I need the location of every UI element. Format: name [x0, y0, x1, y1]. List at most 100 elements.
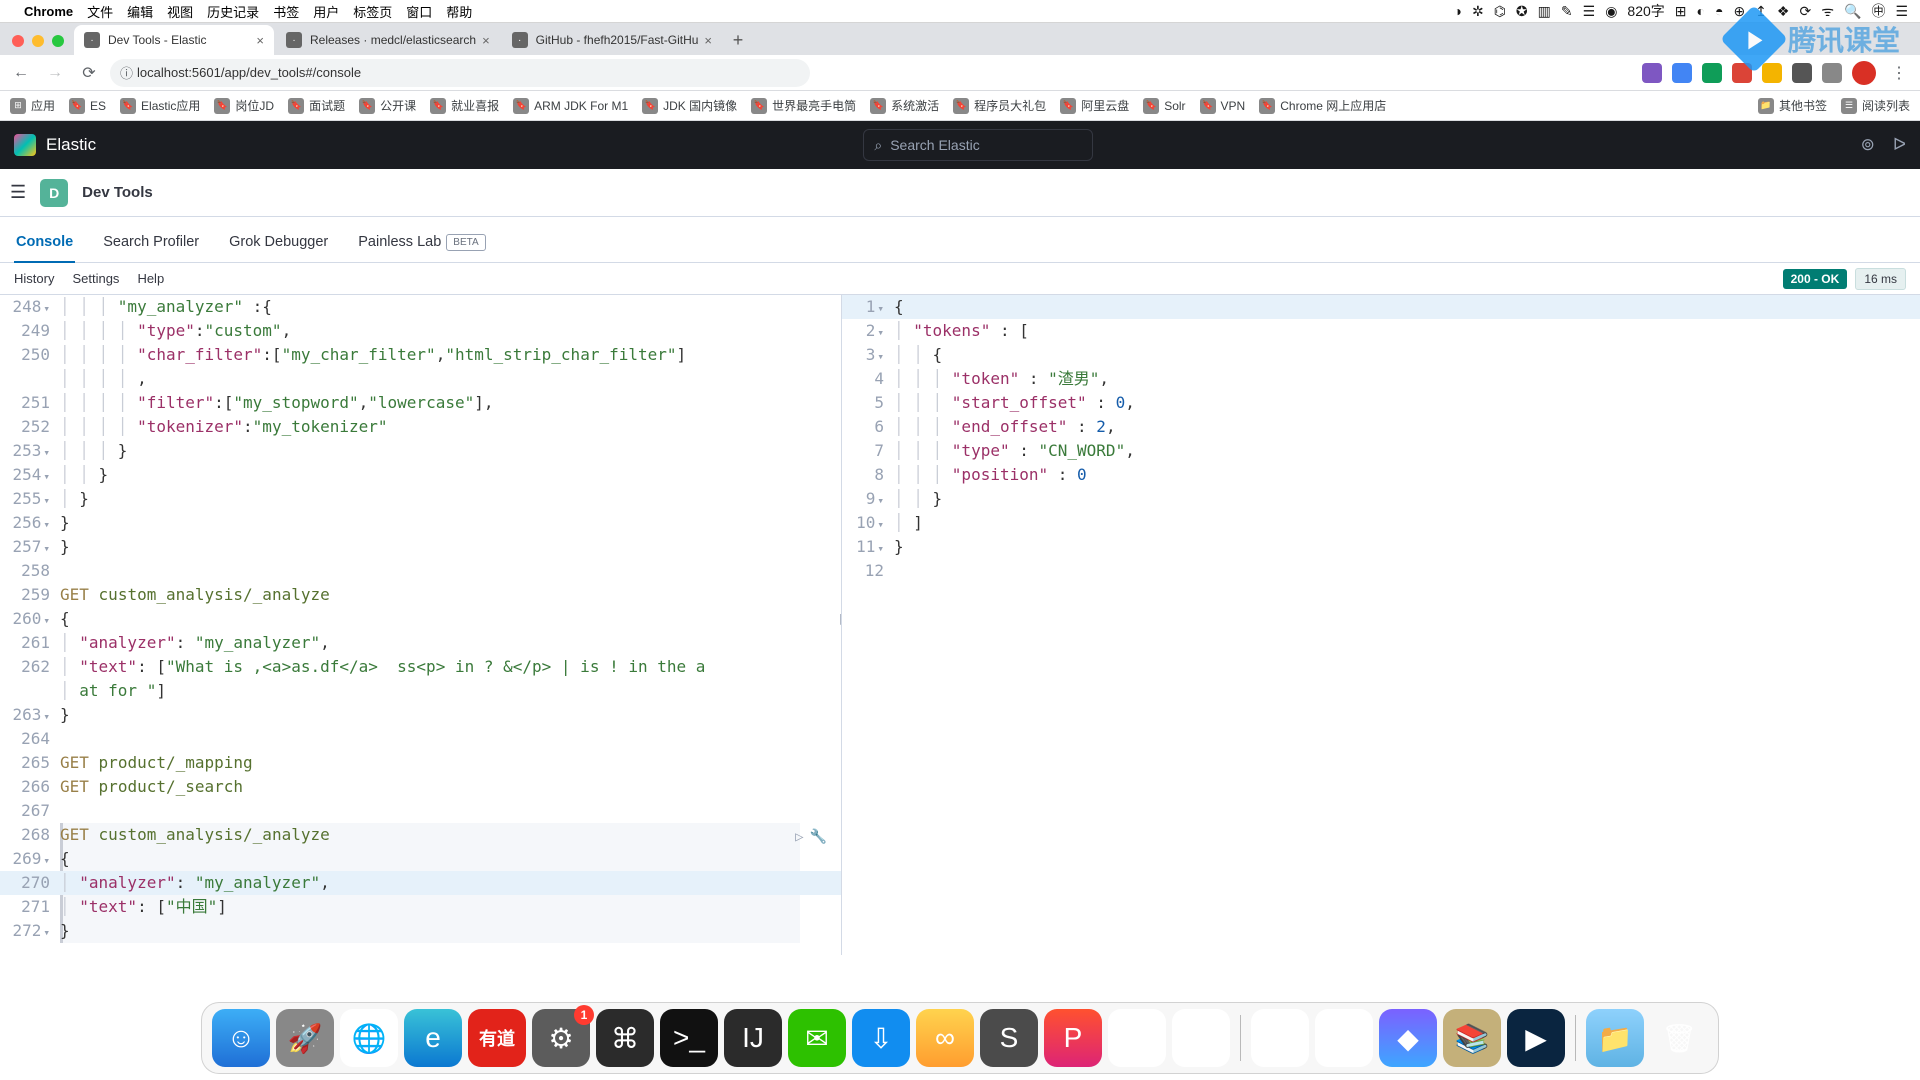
dock-sublime-icon[interactable]: S — [980, 1009, 1038, 1067]
menubar-item[interactable]: 文件 — [87, 5, 113, 20]
request-pane[interactable]: 248▾249250251252253▾254▾255▾256▾257▾2582… — [0, 295, 842, 955]
extension-icon[interactable] — [1792, 63, 1812, 83]
dock-zen-icon[interactable]: ⌘ — [596, 1009, 654, 1067]
devtools-tab[interactable]: Search Profiler — [101, 234, 201, 262]
bookmark-item[interactable]: 🔖面试题 — [288, 97, 345, 114]
menubar-app[interactable]: Chrome — [24, 4, 73, 19]
status-icon[interactable]: ✪ — [1516, 3, 1528, 20]
back-button[interactable]: ← — [8, 60, 34, 86]
dock-pdf-icon[interactable]: P — [1044, 1009, 1102, 1067]
bookmark-item[interactable]: 🔖Elastic应用 — [120, 97, 200, 114]
bookmark-item[interactable]: 🔖世界最亮手电筒 — [751, 97, 856, 114]
dock-edge-icon[interactable]: e — [404, 1009, 462, 1067]
elastic-logo[interactable]: Elastic — [14, 134, 96, 156]
bookmark-item[interactable]: 🔖Chrome 网上应用店 — [1259, 97, 1386, 114]
bookmark-item[interactable]: 🔖JDK 国内镜像 — [642, 97, 737, 114]
menubar-item[interactable]: 帮助 — [446, 5, 472, 20]
browser-tab[interactable]: ·Releases · medcl/elasticsearch× — [276, 25, 500, 55]
global-search[interactable]: ⌕ Search Elastic — [863, 129, 1093, 161]
request-actions[interactable]: ▷ 🔧 — [795, 825, 827, 849]
response-pane[interactable]: 1▾2▾3▾456789▾10▾11▾12 {│ "tokens" : [│ │… — [842, 295, 1920, 955]
close-tab-icon[interactable]: × — [256, 33, 264, 48]
status-icon[interactable]: ⌬ — [1494, 3, 1506, 20]
dock-wechat-icon[interactable]: ✉ — [788, 1009, 846, 1067]
extensions-menu-icon[interactable] — [1822, 63, 1842, 83]
reload-button[interactable]: ⟳ — [76, 60, 102, 86]
bookmark-item[interactable]: 🔖ES — [69, 97, 106, 114]
forward-button[interactable]: → — [42, 60, 68, 86]
extension-icon[interactable] — [1642, 63, 1662, 83]
dock-chrome-icon[interactable]: 🌐 — [340, 1009, 398, 1067]
bookmark-item[interactable]: 🔖程序员大礼包 — [953, 97, 1046, 114]
bookmark-item[interactable]: 🔖VPN — [1200, 97, 1246, 114]
dock-app2-icon[interactable]: 📚 — [1443, 1009, 1501, 1067]
devtools-tab[interactable]: Console — [14, 234, 75, 262]
menubar-item[interactable]: 书签 — [273, 5, 299, 20]
close-tab-icon[interactable]: × — [704, 33, 712, 48]
status-icon[interactable]: ▥ — [1538, 3, 1551, 20]
zoom-window-icon[interactable] — [52, 35, 64, 47]
menubar-item[interactable]: 窗口 — [406, 5, 432, 20]
bookmark-item[interactable]: 🔖就业喜报 — [430, 97, 499, 114]
status-icon[interactable]: ✎ — [1561, 3, 1573, 20]
chrome-menu-icon[interactable]: ⋮ — [1886, 60, 1912, 86]
status-icon[interactable]: ☰ — [1583, 3, 1596, 20]
address-bar[interactable]: ⓘ localhost:5601/app/dev_tools#/console — [110, 59, 810, 87]
dock-finder-icon[interactable]: ☺ — [212, 1009, 270, 1067]
menubar-item[interactable]: 视图 — [167, 5, 193, 20]
devtools-tab[interactable]: Painless LabBETA — [356, 234, 487, 262]
menubar-item[interactable]: 用户 — [313, 5, 339, 20]
status-icon[interactable]: ⊞ — [1675, 3, 1687, 20]
extension-icon[interactable] — [1762, 63, 1782, 83]
other-bookmarks[interactable]: 📁其他书签 — [1758, 97, 1827, 114]
dock-app1-icon[interactable]: ◆ — [1379, 1009, 1437, 1067]
user-icon[interactable]: ᐅ — [1893, 135, 1906, 155]
dock-intellij-icon[interactable]: IJ — [724, 1009, 782, 1067]
devtools-tab[interactable]: Grok Debugger — [227, 234, 330, 262]
toolbar-link[interactable]: History — [14, 271, 54, 286]
dock-text-icon[interactable]: T — [1108, 1009, 1166, 1067]
close-tab-icon[interactable]: × — [482, 33, 490, 48]
space-badge[interactable]: D — [40, 179, 68, 207]
reading-list[interactable]: ☰阅读列表 — [1841, 97, 1910, 114]
menubar-item[interactable]: 标签页 — [353, 5, 392, 20]
menubar-item[interactable]: 编辑 — [127, 5, 153, 20]
window-controls[interactable] — [8, 35, 74, 55]
dock-wps-icon[interactable]: W — [1315, 1009, 1373, 1067]
bookmark-item[interactable]: 🔖公开课 — [359, 97, 416, 114]
dock-youdao-icon[interactable]: 有道 — [468, 1009, 526, 1067]
toolbar-link[interactable]: Help — [137, 271, 164, 286]
dock-terminal-icon[interactable]: >_ — [660, 1009, 718, 1067]
dock-tool2-icon[interactable]: ∞ — [1251, 1009, 1309, 1067]
play-icon[interactable]: ▷ — [795, 825, 803, 849]
bookmark-item[interactable]: 🔖岗位JD — [214, 97, 274, 114]
dock-trash-icon[interactable]: 🗑 — [1650, 1009, 1708, 1067]
browser-tab[interactable]: ·Dev Tools - Elastic× — [74, 25, 274, 55]
profile-avatar[interactable] — [1852, 61, 1876, 85]
bookmark-item[interactable]: 🔖系统激活 — [870, 97, 939, 114]
status-icon[interactable]: ◐ — [1697, 3, 1705, 19]
status-icon[interactable]: ◉ — [1605, 3, 1617, 20]
status-icon[interactable]: ◑ — [1453, 3, 1461, 19]
bookmark-item[interactable]: 🔖Solr — [1143, 97, 1185, 114]
browser-tab[interactable]: ·GitHub - fhefh2015/Fast-GitHu× — [502, 25, 722, 55]
translate-icon[interactable] — [1672, 63, 1692, 83]
apps-shortcut[interactable]: ⊞应用 — [10, 97, 55, 114]
menubar-item[interactable]: 历史记录 — [207, 5, 259, 20]
bookmark-item[interactable]: 🔖阿里云盘 — [1060, 97, 1129, 114]
extension-icon[interactable] — [1702, 63, 1722, 83]
close-window-icon[interactable] — [12, 35, 24, 47]
dock-video-icon[interactable]: ▶ — [1507, 1009, 1565, 1067]
minimize-window-icon[interactable] — [32, 35, 44, 47]
site-info-icon[interactable]: ⓘ — [120, 63, 133, 82]
nav-toggle-icon[interactable]: ☰ — [10, 182, 26, 203]
new-tab-button[interactable]: + — [724, 30, 752, 55]
bookmark-item[interactable]: 🔖ARM JDK For M1 — [513, 97, 628, 114]
status-icon[interactable]: ✲ — [1472, 3, 1484, 20]
dock-launchpad-icon[interactable]: 🚀 — [276, 1009, 334, 1067]
dock-tool1-icon[interactable]: 🛠 — [1172, 1009, 1230, 1067]
help-icon[interactable]: ⊚ — [1861, 135, 1875, 155]
wrench-icon[interactable]: 🔧 — [810, 825, 827, 849]
dock-folder-icon[interactable]: 📁 — [1586, 1009, 1644, 1067]
dock-cloud-icon[interactable]: ∞ — [916, 1009, 974, 1067]
